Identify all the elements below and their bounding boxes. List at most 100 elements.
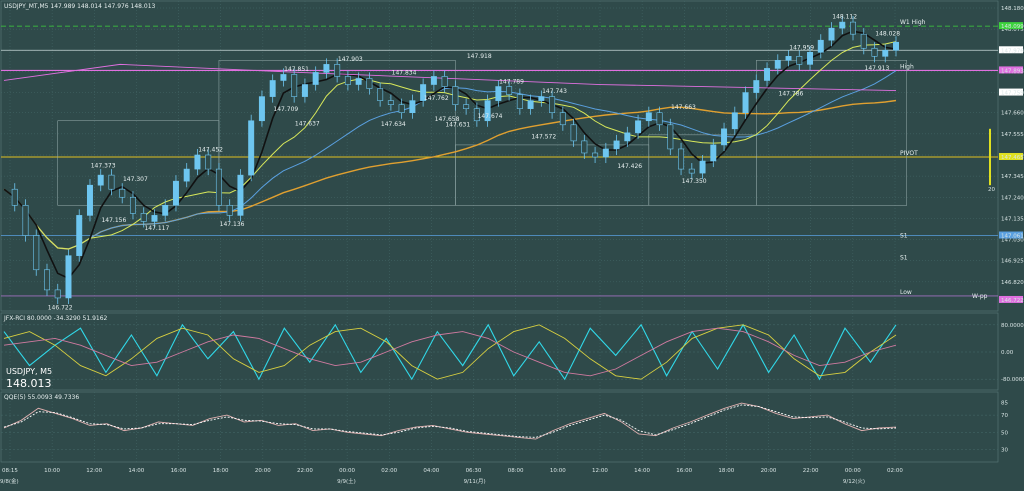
price-box-label: 147.893 <box>1001 68 1024 74</box>
candle-body <box>688 168 695 174</box>
price-box-label: 148.099 <box>1001 24 1024 30</box>
price-label: 147.452 <box>198 147 223 154</box>
candle-body <box>280 74 287 81</box>
candle-body <box>409 100 416 114</box>
time-tick: 02:00 <box>381 468 397 474</box>
candle-body <box>129 196 136 214</box>
candle-body <box>387 100 394 105</box>
price-label: 147.426 <box>617 163 642 170</box>
candle-body <box>119 188 126 198</box>
candle-body <box>258 96 265 122</box>
candle-body <box>527 100 534 109</box>
price-box-label: 147.465 <box>1001 155 1024 161</box>
candle-body <box>549 96 556 114</box>
qqe-tick: 85 <box>1001 400 1008 406</box>
date-label: 9/8(金) <box>0 477 19 485</box>
big-symbol: USDJPY, M5 <box>6 367 52 376</box>
rci-tick: 80.0000 <box>1001 323 1024 329</box>
candle-body <box>742 92 749 114</box>
side-value: 20 <box>988 187 995 193</box>
price-label: 147.631 <box>445 122 470 129</box>
candle-body <box>871 47 878 57</box>
price-label: 147.709 <box>273 106 298 113</box>
time-tick: 04:00 <box>423 468 439 474</box>
candle-body <box>678 148 685 170</box>
price-label: 147.136 <box>220 221 245 228</box>
candle-body <box>441 76 448 87</box>
candle-body <box>538 96 545 101</box>
candle-body <box>602 148 609 158</box>
time-tick: 20:00 <box>761 468 777 474</box>
time-axis: 08:15 10:00 12:00 14:00 16:00 18:00 20:00 22:00… <box>0 468 903 485</box>
candle-body <box>226 205 233 216</box>
level-label: High <box>900 63 914 70</box>
time-tick: 00:00 <box>339 468 355 474</box>
time-tick: 02:00 <box>887 468 903 474</box>
time-tick: 14:00 <box>634 468 650 474</box>
price-label: 147.634 <box>381 121 406 128</box>
candle-body <box>65 255 72 299</box>
candle-body <box>205 154 212 170</box>
candle-body <box>785 56 792 61</box>
candle-body <box>194 154 201 170</box>
price-tick: 147.135 <box>1001 216 1024 222</box>
candle-body <box>860 33 867 49</box>
price-tick: 147.240 <box>1001 195 1024 201</box>
big-price: 148.013 <box>6 377 52 390</box>
price-box-label: 147.061 <box>1001 234 1024 240</box>
candle-body <box>97 174 104 186</box>
time-tick: 18:00 <box>718 468 734 474</box>
level-label: Low <box>900 289 912 296</box>
candle-body <box>850 21 856 35</box>
time-tick: 06:30 <box>466 468 482 474</box>
time-tick: 10:00 <box>44 468 60 474</box>
qqe-panel <box>0 391 999 463</box>
level-label: PIVOT <box>900 150 918 157</box>
candle-body <box>76 215 83 256</box>
candle-body <box>463 104 470 109</box>
candle-body <box>667 124 674 150</box>
time-tick: 00:00 <box>845 468 861 474</box>
rci-tick: -80.0000 <box>1001 377 1024 383</box>
candle-body <box>753 80 760 93</box>
price-label: 147.663 <box>671 104 696 111</box>
candle-body <box>248 120 255 176</box>
candle-body <box>506 86 513 95</box>
candle-body <box>334 64 341 77</box>
candle-body <box>366 78 373 89</box>
candle-body <box>570 124 577 142</box>
price-label: 147.913 <box>865 65 890 72</box>
time-tick: 10:00 <box>550 468 566 474</box>
candle-body <box>355 78 362 85</box>
candle-body <box>269 80 276 97</box>
candle-body <box>151 215 158 222</box>
candle-body <box>452 86 459 105</box>
candle-body <box>893 41 899 51</box>
candle-body <box>183 168 190 182</box>
candle-body <box>699 160 706 174</box>
candle-body <box>495 86 502 101</box>
price-label: 147.117 <box>144 225 169 232</box>
price-tick: 147.660 <box>1001 111 1024 117</box>
price-box-label: 147.759 <box>1001 91 1024 97</box>
candle-body <box>301 84 308 97</box>
candle-body <box>656 112 663 126</box>
candle-body <box>764 68 771 81</box>
price-label: 148.028 <box>875 31 900 38</box>
date-label: 9/11(月) <box>464 478 486 485</box>
candle-body <box>592 152 599 158</box>
level-label: W-pp <box>972 293 988 300</box>
price-label: 147.786 <box>779 90 804 97</box>
candle-body <box>162 205 169 216</box>
candle-body <box>11 188 18 206</box>
rci-header: JFX-RCI 80.0000 -34.3290 51.9162 <box>3 315 108 322</box>
candle-body <box>839 21 846 29</box>
candle-body <box>237 174 244 216</box>
trading-chart: 146.722 147.373 147.307 147.156 147.117 147.4… <box>0 0 1024 485</box>
candle-body <box>710 144 717 162</box>
candle-body <box>828 27 835 41</box>
date-label: 9/9(土) <box>337 477 356 485</box>
time-tick: 22:00 <box>297 468 313 474</box>
price-label: 147.789 <box>499 79 524 86</box>
price-tick: 146.820 <box>1001 280 1024 286</box>
